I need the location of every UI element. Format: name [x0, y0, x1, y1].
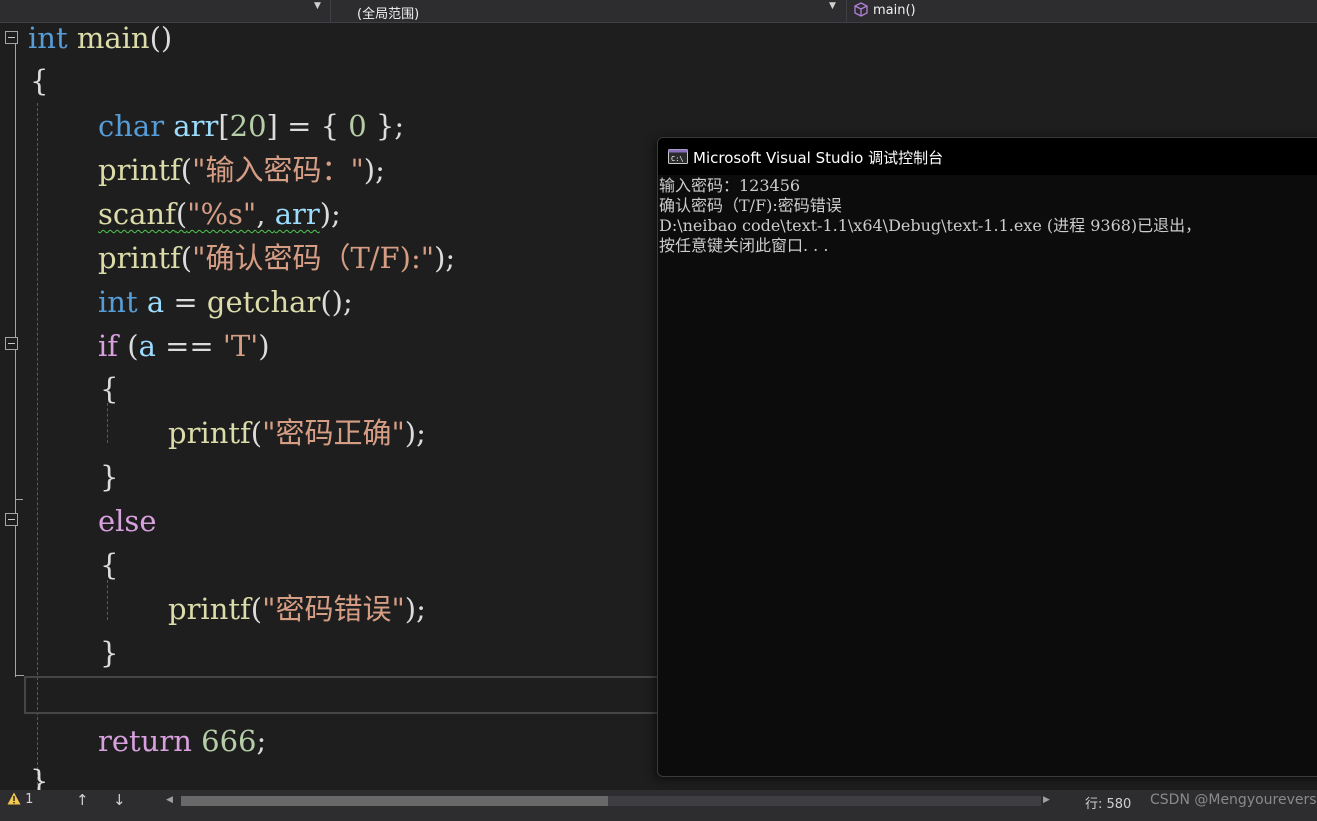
code-line-2: {: [30, 64, 49, 98]
console-output: 输入密码：123456 确认密码（T/F):密码错误 D:\neibao cod…: [659, 176, 1317, 256]
outline-guide: [15, 37, 16, 677]
code-line-3: char arr[20] = { 0 };: [98, 109, 405, 143]
scroll-right-icon[interactable]: ▶: [1043, 795, 1050, 805]
svg-text:C:\: C:\: [671, 155, 684, 163]
code-line-12: else: [98, 504, 157, 538]
outline-guide-tick: [15, 499, 23, 500]
code-line-6: printf("确认密码（T/F):");: [98, 241, 456, 275]
code-line-13: {: [100, 548, 119, 582]
code-line-9: {: [100, 372, 119, 406]
code-line-1: int main(): [28, 23, 173, 55]
collapse-main-icon[interactable]: [5, 31, 18, 44]
member-dropdown-label: main(): [873, 3, 916, 18]
code-line-11: }: [100, 460, 119, 494]
console-line: 输入密码：123456: [659, 176, 801, 195]
current-line-highlight: [24, 676, 684, 714]
debug-console-window[interactable]: C:\ Microsoft Visual Studio 调试控制台 输入密码：1…: [657, 137, 1317, 777]
code-line-15: }: [100, 636, 119, 670]
code-line-5: scanf("%s", arr);: [98, 197, 341, 231]
method-cube-icon: [854, 2, 868, 17]
console-app-icon: C:\: [668, 149, 688, 164]
console-title: Microsoft Visual Studio 调试控制台: [693, 149, 944, 167]
indent-guide: [107, 403, 108, 443]
warning-squiggle[interactable]: scanf("%s", arr: [98, 197, 320, 231]
editor-status-bar: 1 ↑ ↓ ◀ ▶ 行: 580: [0, 790, 1317, 821]
console-titlebar[interactable]: C:\ Microsoft Visual Studio 调试控制台: [658, 138, 1317, 175]
scope-dropdown[interactable]: (全局范围) ▼: [331, 0, 847, 22]
code-line-10: printf("密码正确");: [168, 416, 426, 450]
warning-count-button[interactable]: 1: [7, 792, 33, 807]
horizontal-scrollbar-thumb[interactable]: [181, 796, 608, 806]
code-line-14: printf("密码错误");: [168, 592, 426, 626]
chevron-down-icon: ▼: [829, 1, 836, 11]
chevron-down-icon: ▼: [314, 1, 321, 11]
code-line-8: if (a == 'T'): [98, 329, 270, 363]
warning-count: 1: [25, 792, 34, 807]
code-line-18: }: [30, 764, 49, 790]
console-line: 按任意键关闭此窗口. . .: [659, 236, 829, 255]
outline-guide-end: [15, 675, 24, 676]
code-line-7: int a = getchar();: [98, 285, 353, 319]
scope-dropdown-label: (全局范围): [357, 7, 420, 22]
warning-icon: [7, 792, 21, 805]
scroll-left-icon[interactable]: ◀: [166, 795, 173, 805]
next-issue-arrow-icon[interactable]: ↓: [113, 791, 126, 809]
code-line-4: printf("输入密码：");: [98, 153, 385, 187]
member-dropdown[interactable]: main(): [847, 0, 1317, 22]
indent-guide: [107, 580, 108, 620]
csdn-watermark: CSDN @Mengyoureversell: [1150, 792, 1317, 808]
previous-issue-arrow-icon[interactable]: ↑: [76, 791, 89, 809]
project-dropdown[interactable]: ▼: [0, 0, 331, 22]
console-line: 确认密码（T/F):密码错误: [659, 196, 842, 215]
console-line: D:\neibao code\text-1.1\x64\Debug\text-1…: [659, 216, 1202, 235]
collapse-if-icon[interactable]: [5, 337, 18, 350]
line-number-indicator[interactable]: 行: 580: [1085, 793, 1131, 812]
navigation-bar: ▼ (全局范围) ▼ main(): [0, 0, 1317, 23]
code-line-17: return 666;: [98, 724, 267, 758]
collapse-else-icon[interactable]: [5, 513, 18, 526]
